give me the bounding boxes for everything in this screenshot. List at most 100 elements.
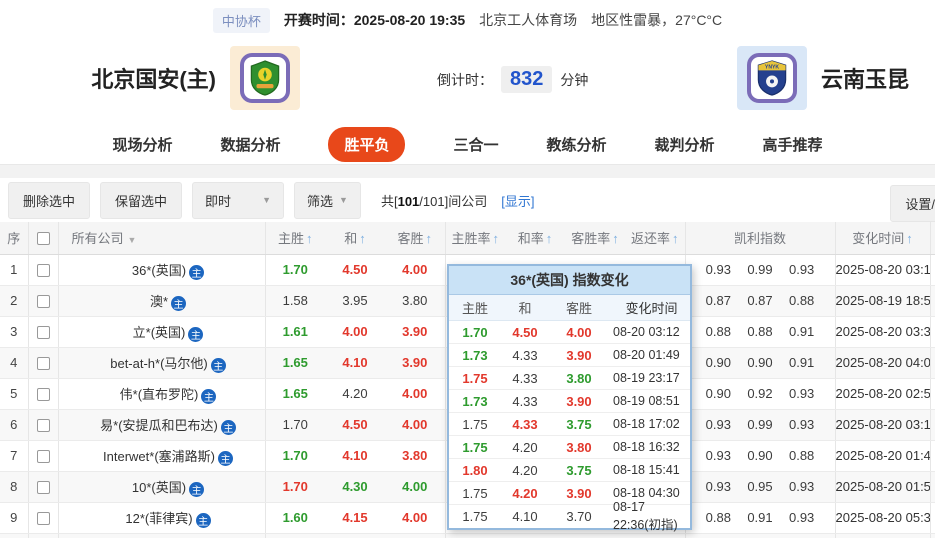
popup-odds-home: 1.80 — [462, 462, 488, 478]
col-away-rate-header[interactable]: 客胜率 ↑ — [565, 222, 625, 255]
kelly-cell: 0.93 0.99 0.93 — [685, 254, 836, 286]
odds-draw: 3.95 — [325, 285, 385, 317]
popup-row: 1.70 4.50 4.00 08-20 03:12 — [449, 321, 690, 344]
popup-odds-away: 3.90 — [566, 393, 592, 409]
row-checkbox[interactable] — [36, 388, 50, 402]
popup-odds-away: 3.80 — [566, 439, 592, 455]
kelly-away: 0.88 — [788, 293, 815, 308]
countdown: 倒计时： 832 分钟 — [437, 66, 588, 93]
show-link[interactable]: [显示] — [501, 191, 534, 210]
kelly-draw: 0.91 — [747, 510, 773, 525]
company-name[interactable]: 12*(菲律宾) — [125, 511, 192, 526]
kelly-cell: 0.87 0.87 0.88 — [685, 285, 836, 317]
odds-away: 3.90 — [385, 347, 446, 379]
tab-live[interactable]: 现场分析 — [112, 134, 172, 155]
company-name[interactable]: 立*(英国) — [133, 325, 186, 340]
delete-selected-button[interactable]: 删除选中 — [8, 181, 91, 219]
tab-referee[interactable]: 裁判分析 — [655, 134, 715, 155]
col-time-header[interactable]: 变化时间 ↑ — [835, 222, 931, 255]
company-name[interactable]: 10*(英国) — [132, 480, 186, 495]
home-team: 北京国安(主) — [0, 46, 300, 110]
odds-away: 3.80 — [385, 440, 446, 472]
keep-selected-button[interactable]: 保留选中 — [100, 181, 183, 219]
company-count-text: 共[101/101]间公司 — [380, 193, 488, 209]
popup-odds-home: 1.75 — [462, 370, 488, 386]
col-away-header[interactable]: 客胜 ↑ — [385, 222, 446, 255]
chevron-down-icon: ▼ — [262, 195, 272, 205]
company-name[interactable]: 澳* — [150, 294, 168, 309]
edge-sliver — [930, 378, 935, 410]
main-company-badge-icon: 主 — [217, 450, 233, 466]
odds-home: 1.65 — [265, 378, 325, 410]
kelly-home: 0.93 — [705, 417, 731, 432]
popup-odds-draw: 4.20 — [512, 462, 538, 478]
row-checkbox[interactable] — [36, 326, 50, 340]
odds-home: 1.70 — [265, 471, 325, 503]
tab-3in1[interactable]: 三合一 — [453, 134, 498, 155]
match-info-bar: 中协杯 开赛时间：2025-08-20 19:35 北京工人体育场 地区性雷暴，… — [0, 0, 935, 40]
col-draw-header[interactable]: 和 ↑ — [325, 222, 385, 255]
row-checkbox[interactable] — [36, 450, 50, 464]
table-row-partial — [0, 533, 935, 538]
kelly-draw: 0.95 — [747, 479, 773, 494]
odds-away: 4.00 — [385, 378, 446, 410]
change-time: 2025-08-20 01:52 — [835, 471, 931, 503]
popup-odds-draw: 4.20 — [512, 439, 538, 455]
table-toolbar: 删除选中 保留选中 即时 ▼ 筛选 ▼ 共[101/101]间公司 [显示] 设… — [0, 178, 935, 222]
row-index: 8 — [0, 471, 29, 503]
popup-row: 1.73 4.33 3.90 08-19 08:51 — [449, 390, 690, 413]
row-checkbox[interactable] — [36, 264, 50, 278]
company-name[interactable]: 易*(安提瓜和巴布达) — [100, 418, 218, 433]
col-return-rate-header[interactable]: 返还率 ↑ — [625, 222, 686, 255]
main-company-badge-icon: 主 — [189, 481, 205, 497]
away-team-logo: YNYK — [737, 46, 807, 110]
col-company-header[interactable]: 所有公司 ▼ — [58, 222, 266, 255]
kelly-away: 0.93 — [788, 386, 815, 401]
row-index: 6 — [0, 409, 29, 441]
filter-dropdown[interactable]: 筛选 ▼ — [294, 181, 361, 219]
company-name[interactable]: bet-at-h*(马尔他) — [110, 356, 208, 371]
company-cell: 10*(英国) 主 — [58, 471, 266, 503]
select-all-checkbox[interactable] — [36, 232, 50, 246]
tab-data[interactable]: 数据分析 — [220, 134, 280, 155]
odds-home: 1.70 — [265, 440, 325, 472]
row-checkbox[interactable] — [36, 357, 50, 371]
row-index: 5 — [0, 378, 29, 410]
edge-sliver — [930, 440, 935, 472]
odds-away: 4.00 — [385, 502, 446, 534]
popup-odds-away: 3.90 — [566, 347, 592, 363]
change-time: 2025-08-20 03:38 — [835, 316, 931, 348]
kelly-cell: 0.90 0.90 0.91 — [685, 347, 836, 379]
league-badge: 中协杯 — [212, 7, 270, 33]
row-checkbox[interactable] — [36, 512, 50, 526]
col-draw-rate-header[interactable]: 和率 ↑ — [505, 222, 565, 255]
col-home-rate-header[interactable]: 主胜率 ↑ — [445, 222, 505, 255]
instant-odds-dropdown[interactable]: 即时 ▼ — [192, 181, 285, 219]
row-checkbox[interactable] — [36, 481, 50, 495]
kelly-home: 0.87 — [705, 293, 731, 308]
match-header: 北京国安(主) 倒计时： 832 分钟 YNYK 云南玉昆 — [0, 40, 935, 125]
home-team-name: 北京国安(主) — [91, 67, 216, 92]
row-checkbox-cell — [28, 471, 59, 503]
odds-draw: 4.10 — [325, 347, 385, 379]
company-name[interactable]: 36*(英国) — [132, 263, 186, 278]
tab-1x2[interactable]: 胜平负 — [328, 127, 406, 162]
company-name[interactable]: 伟*(直布罗陀) — [120, 387, 199, 402]
section-divider — [0, 165, 935, 178]
popup-change-time: 08-17 22:36(初指) — [613, 500, 678, 532]
odds-away: 4.00 — [385, 471, 446, 503]
kelly-draw: 0.99 — [747, 262, 773, 277]
sort-asc-icon: ↑ — [906, 231, 913, 247]
company-name[interactable]: Interwet*(塞浦路斯) — [103, 449, 215, 464]
row-checkbox[interactable] — [36, 295, 50, 309]
company-cell: 澳* 主 — [58, 285, 266, 317]
popup-odds-home: 1.73 — [462, 393, 488, 409]
row-checkbox[interactable] — [36, 419, 50, 433]
col-home-header[interactable]: 主胜 ↑ — [265, 222, 325, 255]
odds-away: 3.90 — [385, 316, 446, 348]
tab-coach[interactable]: 教练分析 — [547, 134, 607, 155]
settings-button[interactable]: 设置/选 — [890, 185, 935, 222]
tab-expert[interactable]: 高手推荐 — [763, 134, 823, 155]
odds-away: 4.00 — [385, 254, 446, 286]
change-time: 2025-08-19 18:55 — [835, 285, 931, 317]
